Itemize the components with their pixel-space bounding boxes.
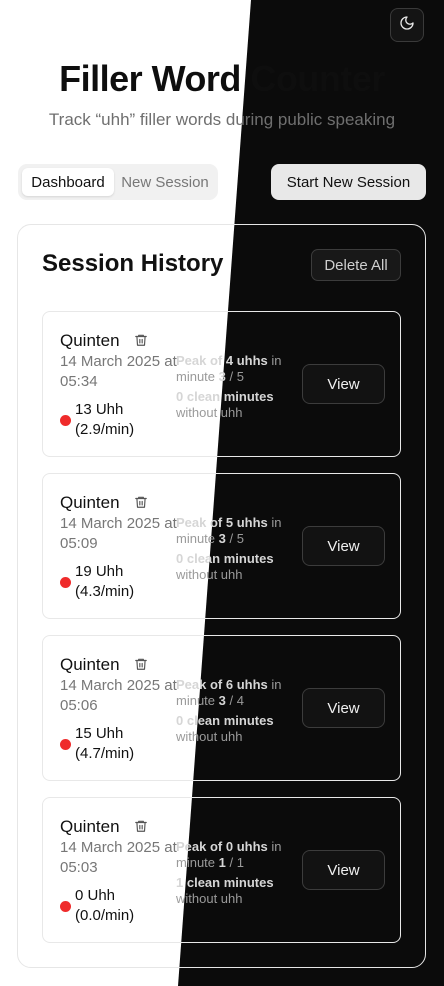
trash-icon[interactable] [134, 656, 148, 672]
session-name: Quinten [60, 493, 120, 512]
session-item: Quinten 14 March 2025 at 05:03 0 Uhh (0.0/… [42, 797, 401, 943]
uhh-count: 13 Uhh (2.9/min) [75, 401, 135, 438]
clean-minutes-stat: 0 clean minutes without uhh [176, 551, 274, 582]
tab-new-session[interactable]: New Session [116, 168, 214, 196]
clean-minutes-stat: 0 clean minutes without uhh [176, 713, 274, 744]
clean-minutes-stat: 0 clean minutes without uhh [176, 389, 274, 420]
theme-toggle-button[interactable] [390, 8, 424, 42]
trash-icon[interactable] [134, 332, 148, 348]
tab-dashboard[interactable]: Dashboard [22, 168, 114, 196]
session-history-title: Session History [42, 250, 224, 277]
page-subtitle: Track “uhh” filler words during public s… [48, 110, 396, 129]
delete-all-button[interactable]: Delete All [311, 249, 401, 281]
session-datetime: 14 March 2025 at 05:06 [60, 677, 177, 714]
peak-stat: Peak of 5 uhhs in minute 3 / 5 [176, 515, 282, 546]
peak-stat: Peak of 4 uhhs in minute 3 / 5 [176, 353, 282, 384]
peak-stat: Peak of 6 uhhs in minute 3 / 4 [176, 677, 282, 708]
uhh-count: 19 Uhh (4.3/min) [75, 563, 135, 600]
trash-icon[interactable] [134, 494, 148, 510]
session-name: Quinten [60, 655, 120, 674]
trash-icon[interactable] [134, 818, 148, 834]
session-item: Quinten 14 March 2025 at 05:34 13 Uhh (2.9… [42, 311, 401, 457]
view-session-button[interactable]: View [302, 364, 385, 404]
uhh-count: 15 Uhh (4.7/min) [75, 725, 135, 762]
view-session-button[interactable]: View [302, 850, 385, 890]
session-datetime: 14 March 2025 at 05:03 [60, 839, 177, 876]
uhh-count: 0 Uhh (0.0/min) [75, 887, 135, 924]
view-session-button[interactable]: View [302, 526, 385, 566]
session-item: Quinten 14 March 2025 at 05:09 19 Uhh (4.3… [42, 473, 401, 619]
peak-stat: Peak of 0 uhhs in minute 1 / 1 [176, 839, 282, 870]
start-new-session-button[interactable]: Start New Session [271, 164, 426, 200]
status-dot [60, 577, 71, 588]
session-name: Quinten [60, 331, 120, 350]
app-page: Filler Word Counter Track “uhh” filler w… [0, 0, 444, 986]
status-dot [60, 901, 71, 912]
moon-icon [399, 15, 415, 36]
status-dot [60, 739, 71, 750]
view-tabs: Dashboard New Session [18, 164, 218, 200]
session-item: Quinten 14 March 2025 at 05:06 15 Uhh (4.7… [42, 635, 401, 781]
clean-minutes-stat: 1 clean minutes without uhh [176, 875, 274, 906]
session-datetime: 14 March 2025 at 05:09 [60, 515, 177, 552]
page-title: Filler Word Counter [59, 58, 385, 99]
session-datetime: 14 March 2025 at 05:34 [60, 353, 177, 390]
status-dot [60, 415, 71, 426]
session-name: Quinten [60, 817, 120, 836]
view-session-button[interactable]: View [302, 688, 385, 728]
